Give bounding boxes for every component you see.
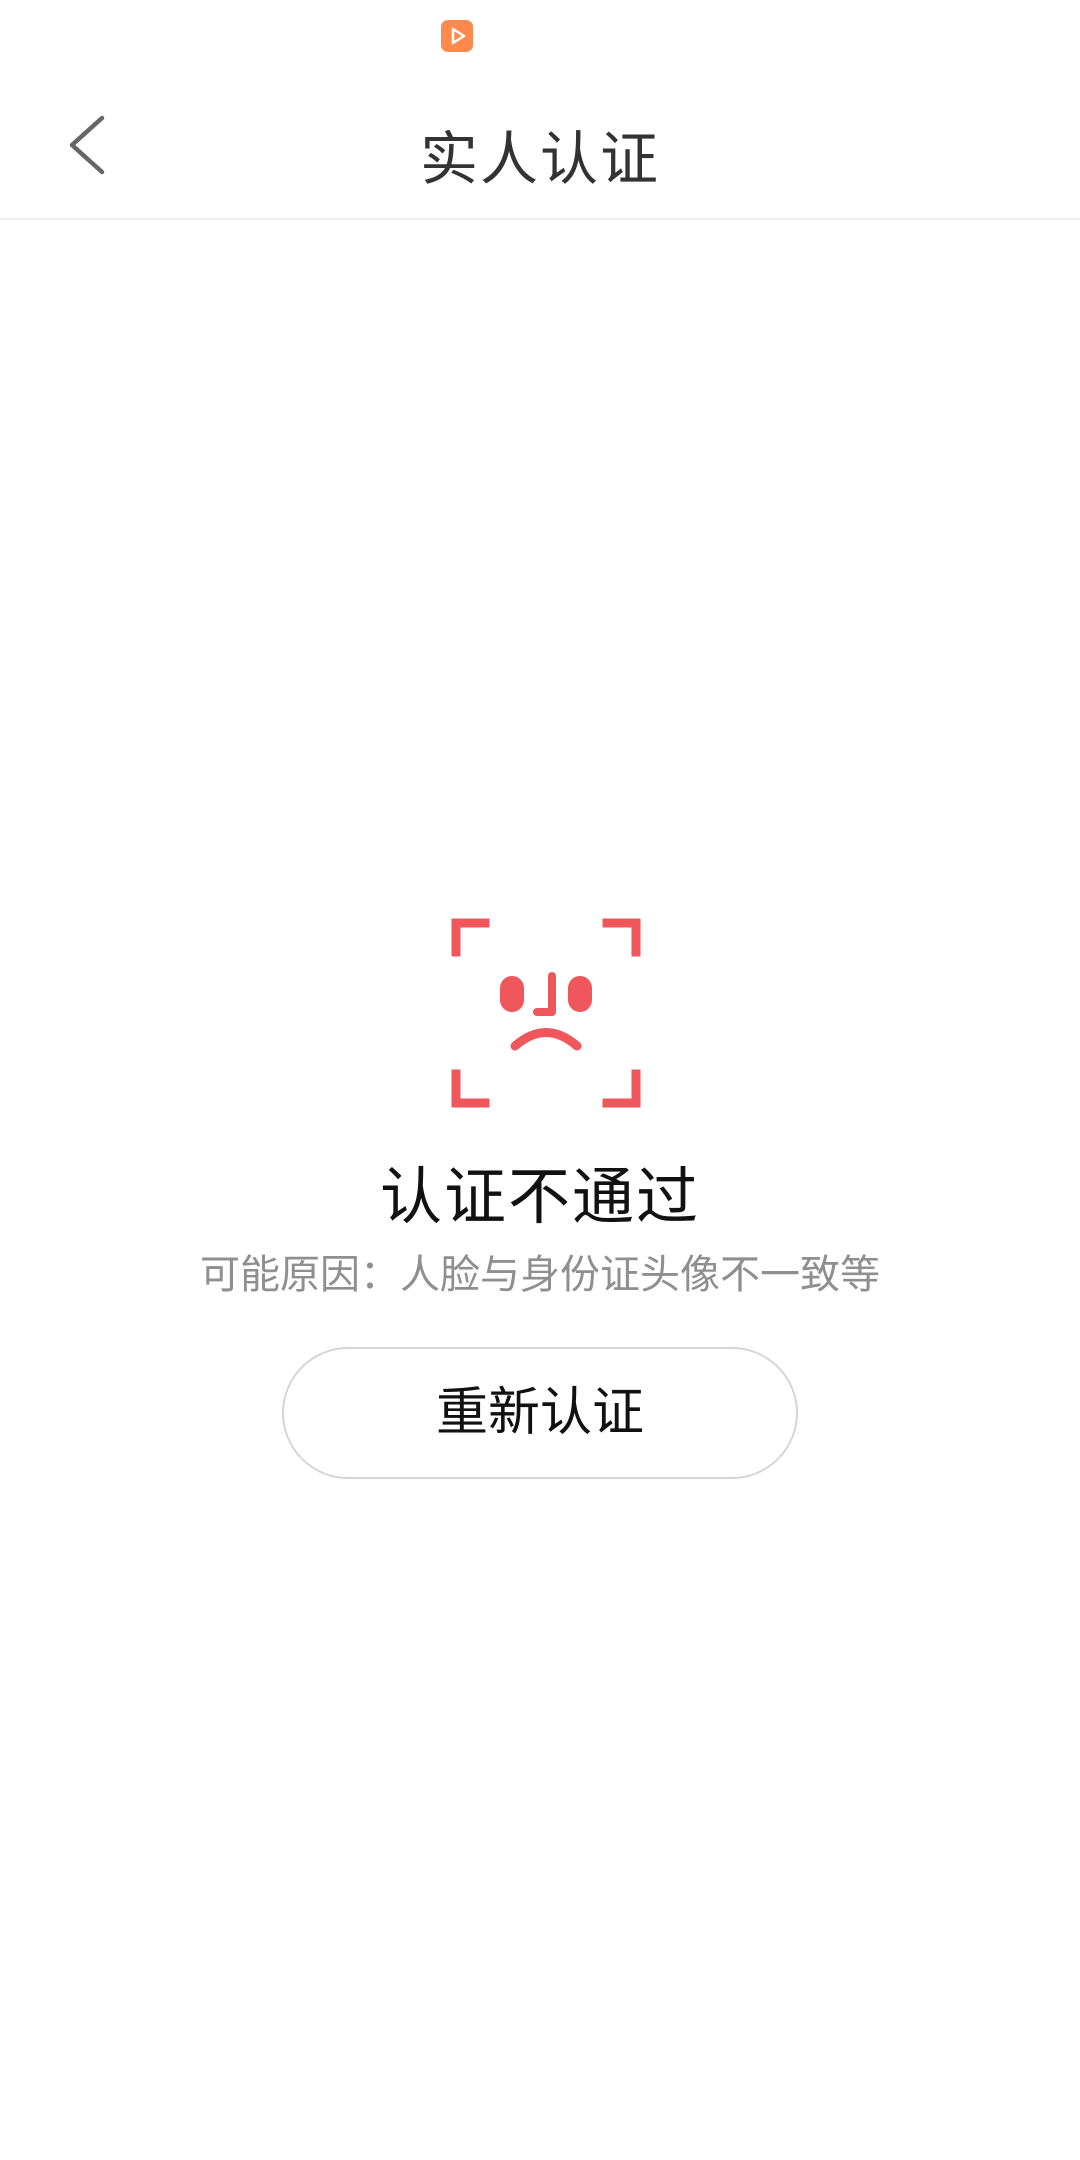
page-title: 实人认证 [419, 125, 660, 193]
video-play-icon [441, 20, 473, 52]
face-sad-icon [451, 918, 641, 1108]
verification-result-screen: 实人认证 认证不通过 可能原因：人脸与身份证头像不一致等 重新认证 [0, 0, 1080, 2160]
result-title: 认证不通过 [379, 1160, 700, 1233]
retry-verification-button[interactable]: 重新认证 [282, 1347, 798, 1479]
status-bar [0, 0, 1080, 72]
navigation-bar: 实人认证 [0, 72, 1080, 220]
result-reason: 可能原因：人脸与身份证头像不一致等 [200, 1252, 880, 1298]
